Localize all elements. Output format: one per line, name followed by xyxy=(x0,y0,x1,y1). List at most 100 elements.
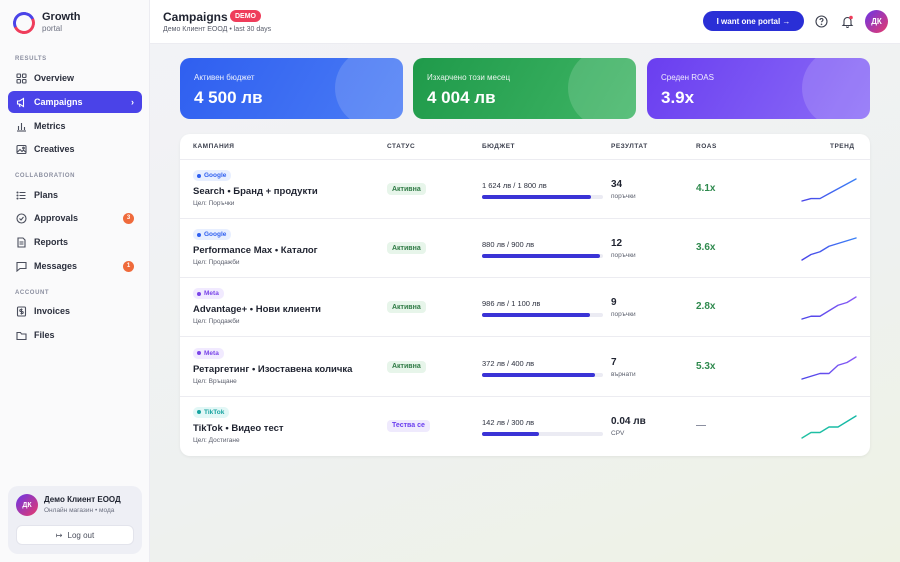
result-value: 0.04 лв xyxy=(611,415,646,427)
logout-button[interactable]: ↦ Log out xyxy=(16,525,134,545)
column-header-trend: ТРЕНД xyxy=(830,143,855,150)
kpi-decoration xyxy=(802,58,870,119)
kpi-value: 3.9x xyxy=(661,88,695,107)
page-title: Campaigns xyxy=(163,10,228,24)
sidebar-item-metrics[interactable]: Metrics xyxy=(8,115,142,137)
sidebar-item-files[interactable]: Files xyxy=(8,324,142,346)
kpi-label: Изхарчено този месец xyxy=(427,73,511,82)
user-card: ДК Демо Клиент ЕООД Онлайн магазин • мод… xyxy=(8,486,142,554)
platform-badge: TikTok xyxy=(193,406,230,418)
campaign-name[interactable]: Performance Max • Каталог xyxy=(193,245,318,256)
list-icon xyxy=(16,190,27,201)
kpi-active-budget: Активен бюджет 4 500 лв xyxy=(180,58,403,119)
budget-progress-bar xyxy=(482,431,603,436)
kpi-decoration xyxy=(335,58,403,119)
sidebar-item-overview[interactable]: Overview xyxy=(8,67,142,89)
user-subtitle: Онлайн магазин • мода xyxy=(44,507,115,514)
trend-sparkline xyxy=(801,178,857,202)
budget-progress-bar xyxy=(482,254,603,259)
image-icon xyxy=(16,144,27,155)
messages-count-badge: 1 xyxy=(123,260,134,272)
campaigns-table: КАМПАНИЯ СТАТУС БЮДЖЕТ РЕЗУЛТАТ ROAS ТРЕ… xyxy=(180,134,870,456)
platform-dot-icon xyxy=(197,410,201,415)
campaign-name[interactable]: Search • Бранд + продукти xyxy=(193,186,318,197)
page-subtitle: Демо Клиент ЕООД • last 30 days xyxy=(163,26,272,33)
table-row[interactable]: Google Performance Max • Каталог Цел: Прод… xyxy=(180,219,870,279)
budget-progress-fill xyxy=(482,313,591,318)
budget-progress-fill xyxy=(482,372,595,377)
campaign-goal: Цел: Продажби xyxy=(193,318,240,326)
platform-badge: Meta xyxy=(193,288,224,300)
platform-dot-icon xyxy=(197,173,201,178)
campaign-name[interactable]: Ретаргетинг • Изоставена количка xyxy=(193,364,352,375)
section-results: RESULTS xyxy=(15,56,47,62)
budget-progress-fill xyxy=(482,254,601,259)
result-unit: CPV xyxy=(611,429,625,437)
budget-progress-fill xyxy=(482,431,540,436)
logout-label: Log out xyxy=(67,530,95,540)
platform-dot-icon xyxy=(197,232,201,237)
campaign-name[interactable]: Advantage+ • Нови клиенти xyxy=(193,304,321,315)
trend-sparkline xyxy=(801,296,857,321)
platform-label: TikTok xyxy=(204,408,225,416)
kpi-decoration xyxy=(568,58,636,119)
grid-icon xyxy=(16,72,27,84)
result-unit: поръчки xyxy=(611,311,636,319)
roas-value: 3.6x xyxy=(696,242,716,254)
kpi-spent-this-month: Изхарчено този месец 4 004 лв xyxy=(413,58,636,119)
status-badge: Тества се xyxy=(387,419,430,432)
sidebar-item-creatives[interactable]: Creatives xyxy=(8,138,142,160)
sidebar-item-invoices[interactable]: Invoices xyxy=(8,300,142,322)
sidebar-item-label: Creatives xyxy=(34,144,75,154)
platform-badge: Google xyxy=(193,229,232,241)
table-row[interactable]: Meta Ретаргетинг • Изоставена количка Цел:… xyxy=(180,338,870,397)
column-header-result[interactable]: РЕЗУЛТАТ xyxy=(611,143,648,150)
sidebar-item-reports[interactable]: Reports xyxy=(8,231,142,253)
platform-label: Meta xyxy=(204,349,219,357)
column-header-roas[interactable]: ROAS xyxy=(696,143,717,150)
sidebar-item-label: Approvals xyxy=(34,213,79,223)
sidebar-item-campaigns[interactable]: Campaigns › xyxy=(8,91,142,113)
platform-label: Google xyxy=(204,172,227,179)
budget-progress-bar xyxy=(482,313,603,318)
sidebar-item-label: Overview xyxy=(34,73,75,83)
bell-icon[interactable] xyxy=(840,14,854,28)
sidebar: Growth portal RESULTS Overview Campaigns… xyxy=(0,0,150,562)
roas-value: 2.8x xyxy=(696,301,716,313)
i-want-portal-button[interactable]: I want one portal → xyxy=(703,11,804,31)
sidebar-item-plans[interactable]: Plans xyxy=(8,184,142,206)
campaign-name[interactable]: TikTok • Видео тест xyxy=(193,423,284,434)
section-collaboration: COLLABORATION xyxy=(15,173,76,179)
result-unit: върнати xyxy=(611,370,636,378)
check-circle-icon xyxy=(16,212,27,224)
column-header-budget[interactable]: БЮДЖЕТ xyxy=(482,143,515,150)
table-row[interactable]: Google Search • Бранд + продукти Цел: Поръ… xyxy=(180,160,870,219)
budget-text: 372 лв / 400 лв xyxy=(482,358,535,368)
trend-line xyxy=(801,237,857,261)
sidebar-item-approvals[interactable]: Approvals 3 xyxy=(8,207,142,229)
roas-value: 5.3x xyxy=(696,360,716,372)
trend-sparkline xyxy=(801,415,857,439)
roas-value: — xyxy=(696,419,706,431)
user-avatar[interactable]: ДК xyxy=(16,494,38,516)
platform-dot-icon xyxy=(197,291,201,296)
demo-badge: DEMO xyxy=(230,10,261,22)
help-icon[interactable] xyxy=(814,14,828,28)
header-avatar[interactable]: ДК xyxy=(865,10,888,33)
table-row[interactable]: TikTok TikTok • Видео тест Цел: Достигане Т… xyxy=(180,397,870,456)
chat-icon xyxy=(16,261,27,272)
campaign-goal: Цел: Поръчки xyxy=(193,200,235,207)
folder-icon xyxy=(16,330,27,341)
sidebar-item-messages[interactable]: Messages 1 xyxy=(8,255,142,277)
sidebar-item-label: Reports xyxy=(34,237,69,247)
column-header-campaign[interactable]: КАМПАНИЯ xyxy=(193,143,234,150)
user-name: Демо Клиент ЕООД xyxy=(44,495,121,504)
table-row[interactable]: Meta Advantage+ • Нови клиенти Цел: Продаж… xyxy=(180,278,870,338)
status-badge: Активна xyxy=(387,183,426,195)
dollar-icon xyxy=(16,305,27,317)
brand-logo[interactable]: Growth portal xyxy=(9,8,81,37)
column-header-status[interactable]: СТАТУС xyxy=(387,143,415,150)
result-value: 12 xyxy=(611,238,623,250)
budget-text: 880 лв / 900 лв xyxy=(482,240,535,250)
brand-subtitle: portal xyxy=(42,24,63,33)
